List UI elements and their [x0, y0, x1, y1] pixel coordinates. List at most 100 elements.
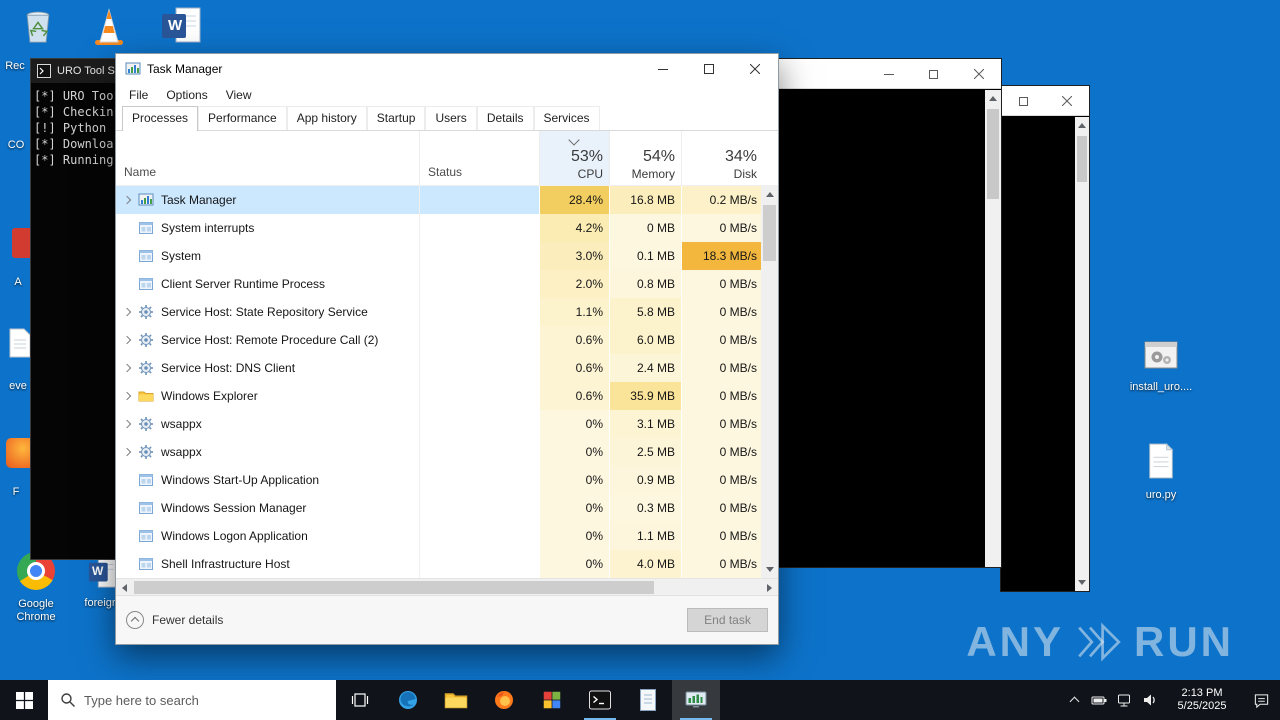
tm-close-button[interactable]: [732, 54, 778, 84]
process-name-text: Client Server Runtime Process: [161, 277, 326, 291]
bgwin1-minimize-button[interactable]: [866, 59, 911, 89]
process-status: [419, 354, 539, 382]
tab-processes[interactable]: Processes: [122, 106, 199, 131]
process-disk: 0 MB/s: [681, 326, 763, 354]
expand-cell[interactable]: [116, 298, 138, 326]
tray-battery-button[interactable]: [1087, 680, 1112, 720]
process-row[interactable]: Service Host: State Repository Service 1.…: [116, 298, 778, 326]
desktop-doc-eve-icon[interactable]: [8, 328, 32, 358]
action-center-button[interactable]: [1242, 680, 1280, 720]
scroll-left-arrow[interactable]: [116, 579, 133, 596]
bgwin1-close-button[interactable]: [956, 59, 1001, 89]
start-button[interactable]: [0, 680, 48, 720]
taskbar-clock[interactable]: 2:13 PM 5/25/2025: [1162, 680, 1242, 720]
taskbar-firefox-button[interactable]: [480, 680, 528, 720]
expand-cell[interactable]: [116, 214, 138, 242]
process-memory: 35.9 MB: [609, 382, 681, 410]
process-list-horizontal-scrollbar[interactable]: [116, 578, 778, 595]
process-cpu: 4.2%: [539, 214, 609, 242]
expand-cell[interactable]: [116, 242, 138, 270]
tm-minimize-button[interactable]: [640, 54, 686, 84]
expand-cell[interactable]: [116, 438, 138, 466]
recycle-bin-label: Rec: [5, 60, 25, 72]
taskbar-app-button[interactable]: [528, 680, 576, 720]
tab-performance[interactable]: Performance: [198, 106, 287, 130]
expand-cell[interactable]: [116, 410, 138, 438]
expand-cell[interactable]: [116, 522, 138, 550]
tab-users[interactable]: Users: [425, 106, 477, 130]
word-document-icon[interactable]: W: [160, 5, 204, 49]
process-row[interactable]: Service Host: DNS Client 0.6% 2.4 MB 0 MB/s: [116, 354, 778, 382]
vlc-icon[interactable]: [88, 5, 130, 49]
recycle-bin-icon[interactable]: [18, 5, 58, 47]
expand-cell[interactable]: [116, 326, 138, 354]
process-row[interactable]: wsappx 0% 3.1 MB 0 MB/s: [116, 410, 778, 438]
bgwin2-maximize-button[interactable]: [1001, 86, 1045, 116]
tm-titlebar[interactable]: Task Manager: [116, 54, 778, 84]
taskbar-cmd-button[interactable]: [576, 680, 624, 720]
column-header-memory[interactable]: 54% Memory: [609, 131, 681, 185]
column-header-cpu[interactable]: 53% CPU: [539, 131, 609, 185]
task-view-icon: [351, 693, 369, 707]
tray-show-hidden-icons-button[interactable]: [1061, 680, 1087, 720]
process-row[interactable]: Windows Start-Up Application 0% 0.9 MB 0 MB…: [116, 466, 778, 494]
column-header-name[interactable]: Name: [116, 131, 419, 185]
process-row[interactable]: Service Host: Remote Procedure Call (2) 0…: [116, 326, 778, 354]
tm-maximize-button[interactable]: [686, 54, 732, 84]
scroll-up-arrow[interactable]: [761, 186, 778, 203]
vertical-scroll-thumb[interactable]: [763, 205, 776, 261]
installer-icon[interactable]: [1141, 336, 1181, 374]
tab-app-history[interactable]: App history: [286, 106, 367, 130]
expand-cell[interactable]: [116, 382, 138, 410]
expand-cell[interactable]: [116, 186, 138, 214]
expand-cell[interactable]: [116, 550, 138, 578]
bgwin2-scrollbar[interactable]: [1075, 117, 1089, 591]
background-window-2[interactable]: [1000, 85, 1090, 592]
tray-volume-button[interactable]: [1137, 680, 1162, 720]
task-view-button[interactable]: [336, 680, 384, 720]
cmd-icon: [37, 64, 51, 78]
search-input[interactable]: [84, 680, 336, 720]
task-manager-window[interactable]: Task Manager File Options View Processes Pe…: [115, 53, 779, 645]
process-row[interactable]: Windows Logon Application 0% 1.1 MB 0 MB/s: [116, 522, 778, 550]
taskbar-task-manager-button[interactable]: [672, 680, 720, 720]
process-list-vertical-scrollbar[interactable]: [761, 186, 778, 578]
desktop-label-f: F: [12, 486, 20, 498]
process-row[interactable]: wsappx 0% 2.5 MB 0 MB/s: [116, 438, 778, 466]
process-row[interactable]: Client Server Runtime Process 2.0% 0.8 MB 0…: [116, 270, 778, 298]
taskbar-edge-button[interactable]: [384, 680, 432, 720]
tray-network-button[interactable]: [1112, 680, 1137, 720]
process-row[interactable]: Task Manager 28.4% 16.8 MB 0.2 MB/s: [116, 186, 778, 214]
taskbar-notepad-button[interactable]: [624, 680, 672, 720]
tab-startup[interactable]: Startup: [366, 106, 426, 130]
tab-services[interactable]: Services: [533, 106, 600, 130]
process-row[interactable]: System 3.0% 0.1 MB 18.3 MB/s: [116, 242, 778, 270]
taskbar-search-box[interactable]: [48, 680, 336, 720]
end-task-button[interactable]: End task: [687, 608, 768, 632]
scroll-down-arrow[interactable]: [761, 561, 778, 578]
expand-cell[interactable]: [116, 494, 138, 522]
scroll-right-arrow[interactable]: [761, 579, 778, 596]
process-row[interactable]: Shell Infrastructure Host 0% 4.0 MB 0 MB/s: [116, 550, 778, 578]
process-cpu: 28.4%: [539, 186, 609, 214]
expand-cell[interactable]: [116, 354, 138, 382]
desktop: ANY RUN Rec W CO A eve F Google Chrome W…: [0, 0, 1280, 720]
fewer-details-toggle[interactable]: Fewer details: [126, 611, 223, 629]
bgwin1-scrollbar[interactable]: [985, 90, 1001, 567]
column-header-disk[interactable]: 34% Disk: [681, 131, 763, 185]
column-header-status[interactable]: Status: [419, 131, 539, 185]
process-row[interactable]: Windows Session Manager 0% 0.3 MB 0 MB/s: [116, 494, 778, 522]
taskbar-file-explorer-button[interactable]: [432, 680, 480, 720]
horizontal-scroll-thumb[interactable]: [134, 581, 654, 594]
menu-view[interactable]: View: [217, 88, 261, 102]
process-row[interactable]: System interrupts 4.2% 0 MB 0 MB/s: [116, 214, 778, 242]
python-file-icon[interactable]: [1146, 442, 1176, 480]
menu-options[interactable]: Options: [157, 88, 216, 102]
expand-cell[interactable]: [116, 270, 138, 298]
bgwin1-maximize-button[interactable]: [911, 59, 956, 89]
process-row[interactable]: Windows Explorer 0.6% 35.9 MB 0 MB/s: [116, 382, 778, 410]
menu-file[interactable]: File: [120, 88, 157, 102]
tab-details[interactable]: Details: [476, 106, 534, 130]
bgwin2-close-button[interactable]: [1045, 86, 1089, 116]
expand-cell[interactable]: [116, 466, 138, 494]
